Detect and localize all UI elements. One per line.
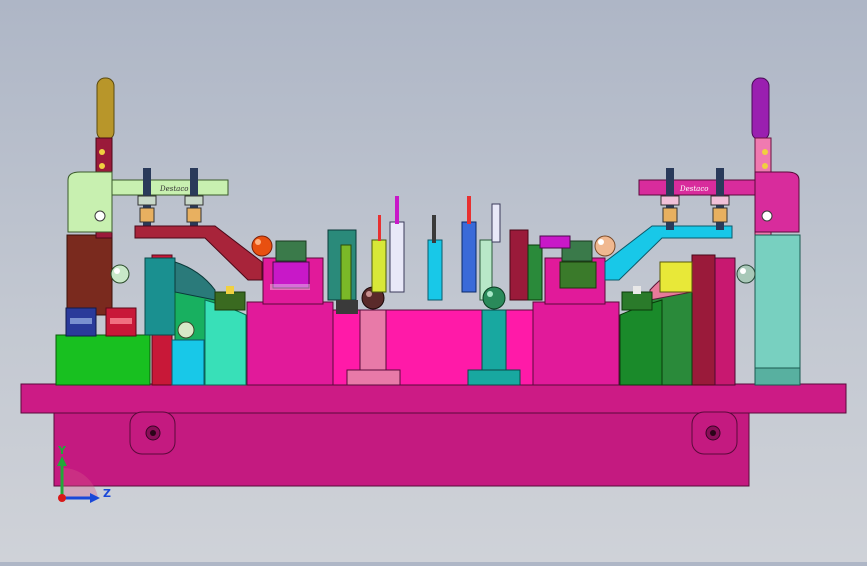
ball-left-small[interactable] bbox=[177, 321, 195, 339]
green-block-left[interactable] bbox=[55, 334, 151, 386]
left-support-column[interactable] bbox=[66, 234, 113, 316]
fixture-model[interactable]: Destaco Destaco Y Z bbox=[0, 0, 867, 562]
clamp-brand-right: Destaco bbox=[679, 185, 708, 193]
pin-block-left[interactable] bbox=[214, 286, 246, 311]
pins-center bbox=[371, 196, 501, 301]
cyan-block-left[interactable] bbox=[171, 339, 205, 386]
clamp-spindle-left bbox=[137, 168, 204, 230]
right-curved-locator[interactable] bbox=[619, 254, 736, 386]
mounting-hole-right bbox=[705, 425, 721, 441]
base-plate[interactable] bbox=[20, 383, 847, 487]
cylinder-left-a bbox=[65, 307, 97, 337]
cad-viewport[interactable]: Destaco Destaco Y Z bbox=[0, 0, 867, 562]
cylinder-left-b bbox=[105, 307, 137, 337]
pin-column-left[interactable] bbox=[327, 229, 358, 314]
ball-right-peach[interactable] bbox=[594, 235, 616, 257]
clamp-spindle-right bbox=[660, 168, 730, 230]
pin-block-right[interactable] bbox=[621, 286, 653, 311]
clamp-brand-left: Destaco bbox=[159, 185, 188, 193]
handle-knob-left[interactable] bbox=[110, 264, 130, 284]
z-axis-label: Z bbox=[103, 487, 111, 500]
mounting-hole-left bbox=[145, 425, 161, 441]
pin-column-right[interactable] bbox=[509, 229, 543, 301]
ball-left-orange[interactable] bbox=[251, 235, 273, 257]
y-axis-label: Y bbox=[57, 444, 67, 457]
fixture-block-right[interactable] bbox=[532, 235, 620, 386]
handle-knob-right[interactable] bbox=[736, 264, 756, 284]
x-axis-dot bbox=[58, 494, 66, 502]
ball-center-green[interactable] bbox=[482, 286, 506, 310]
right-support-column[interactable] bbox=[754, 234, 801, 386]
